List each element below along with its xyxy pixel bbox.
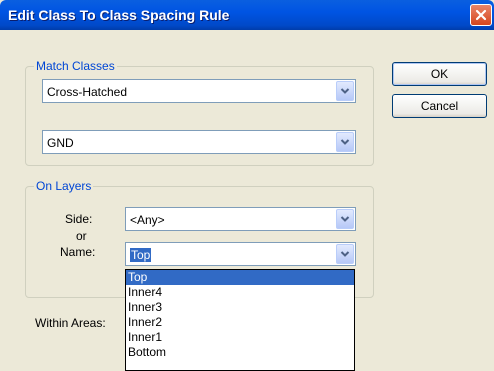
name-label: Name: <box>60 245 96 259</box>
chevron-down-icon <box>340 216 350 222</box>
dropdown-option[interactable]: Inner3 <box>126 300 354 315</box>
side-select[interactable]: <Any> <box>125 207 356 231</box>
dropdown-option[interactable]: Inner2 <box>126 315 354 330</box>
name-dropdown-list[interactable]: Top Inner4 Inner3 Inner2 Inner1 Bottom <box>125 269 355 371</box>
class1-dropdown-button[interactable] <box>336 81 354 101</box>
match-classes-label: Match Classes <box>34 59 117 73</box>
within-areas-label: Within Areas: <box>35 316 106 330</box>
close-icon <box>475 9 487 21</box>
name-value: Top <box>130 248 152 262</box>
class1-select[interactable]: Cross-Hatched <box>42 79 356 103</box>
name-dropdown-button[interactable] <box>336 244 354 264</box>
chevron-down-icon <box>340 139 350 145</box>
name-select[interactable]: Top <box>125 242 356 266</box>
close-button[interactable] <box>470 4 492 26</box>
window-title: Edit Class To Class Spacing Rule <box>8 7 230 23</box>
ok-button[interactable]: OK <box>392 62 487 86</box>
side-label: Side: <box>65 212 93 226</box>
class1-value: Cross-Hatched <box>47 85 128 99</box>
title-bar: Edit Class To Class Spacing Rule <box>0 0 494 30</box>
side-value: <Any> <box>130 213 165 227</box>
on-layers-label: On Layers <box>34 179 94 193</box>
chevron-down-icon <box>340 251 350 257</box>
name-value-text: Top <box>130 248 152 262</box>
dropdown-option[interactable]: Top <box>126 270 354 285</box>
chevron-down-icon <box>340 88 350 94</box>
class2-value: GND <box>47 136 74 150</box>
dropdown-option[interactable]: Bottom <box>126 345 354 360</box>
class2-select[interactable]: GND <box>42 130 356 154</box>
or-label: or <box>76 229 87 243</box>
cancel-button[interactable]: Cancel <box>392 94 487 118</box>
side-dropdown-button[interactable] <box>336 209 354 229</box>
dropdown-option[interactable]: Inner1 <box>126 330 354 345</box>
dropdown-option[interactable]: Inner4 <box>126 285 354 300</box>
class2-dropdown-button[interactable] <box>336 132 354 152</box>
